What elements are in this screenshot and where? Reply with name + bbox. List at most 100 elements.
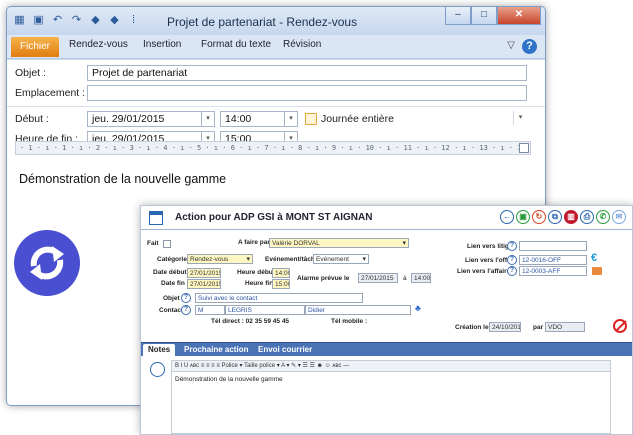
heuredebut-field[interactable]: 14:00 — [272, 268, 290, 278]
affaire-label: Lien vers l'affaire — [457, 268, 511, 275]
contacts-icon[interactable]: ♣ — [415, 303, 421, 313]
back-icon[interactable]: ← — [500, 210, 514, 224]
copy-icon[interactable]: ⧉ — [548, 210, 562, 224]
heurefin-label: Heure fin — [245, 280, 274, 287]
divider — [7, 106, 545, 107]
afairepar-select[interactable]: Valérie DORVAL — [269, 238, 409, 248]
emplacement-label: Emplacement : — [15, 87, 86, 99]
alarme-date-field[interactable]: 27/01/2015 — [358, 273, 398, 283]
categorie-select[interactable]: Rendez-vous — [187, 254, 253, 264]
print-icon[interactable]: ⎙ — [580, 210, 594, 224]
emplacement-row: Emplacement : ▾ — [7, 85, 545, 125]
evenement-select[interactable]: Evénement — [313, 254, 369, 264]
chevron-down-icon[interactable]: ▽ — [507, 40, 515, 51]
editor-toolbar[interactable]: B I U ᴀʙᴄ ≡ ≡ ≡ ≡ Police ▾ Taille police… — [171, 360, 611, 372]
tab-format-du-texte[interactable]: Format du texte — [201, 39, 271, 50]
panel-actions: ← ▣ ↻ ⧉ ▥ ⎙ ✆ ✉ — [500, 210, 626, 224]
notes-textarea[interactable]: Démonstration de la nouvelle gamme — [171, 372, 611, 434]
litige-field[interactable] — [519, 241, 587, 251]
calendar-icon[interactable]: ▦ — [13, 14, 26, 27]
tab-rendez-vous[interactable]: Rendez-vous — [69, 39, 128, 50]
objet-field[interactable]: Projet de partenariat — [87, 65, 527, 81]
euro-icon[interactable]: € — [591, 252, 597, 264]
datefin-label: Date fin — [161, 280, 185, 287]
contact-lastname-field[interactable]: LEGRIS — [225, 305, 305, 315]
panel-header: Action pour ADP GSI à MONT ST AIGNAN ← ▣… — [141, 206, 632, 230]
debut-row: Début : jeu. 29/01/2015 ▾ 14:00 ▾ Journé… — [7, 111, 545, 129]
tab-fichier[interactable]: Fichier — [11, 37, 59, 57]
litige-label: Lien vers litige — [467, 243, 513, 250]
contact-civility-field[interactable]: M — [195, 305, 225, 315]
tab-insertion[interactable]: Insertion — [143, 39, 181, 50]
panel-tabs: Notes Prochaine action Envoi courrier — [141, 342, 632, 357]
quick-access-toolbar: ▦ ▣ ↶ ↷ ◆ ◆ ⁞ — [13, 14, 140, 27]
help-icon[interactable]: ? — [507, 255, 517, 265]
maximize-button[interactable]: □ — [471, 7, 497, 25]
help-icon[interactable]: ? — [507, 266, 517, 276]
fait-checkbox[interactable] — [163, 240, 171, 248]
chevron-down-icon[interactable]: ▾ — [201, 111, 215, 127]
note-icon — [150, 362, 165, 377]
minimize-button[interactable]: – — [445, 7, 471, 25]
afairepar-label: A faire par — [238, 239, 270, 246]
contact-firstname-field[interactable]: Didier — [305, 305, 411, 315]
objet-row: Objet : Projet de partenariat — [7, 65, 545, 83]
categorie-label: Catégorie — [157, 256, 187, 263]
creation-date-field: 24/10/2013 — [489, 322, 521, 332]
objet-field[interactable]: Suivi avec le contact — [195, 293, 363, 303]
emplacement-field[interactable] — [87, 85, 527, 101]
down-arrow-icon[interactable]: ◆ — [108, 14, 121, 27]
help-icon[interactable]: ? — [181, 293, 191, 303]
contact-label: Contact — [159, 307, 184, 314]
sync-icon — [14, 230, 80, 296]
help-icon[interactable]: ? — [181, 305, 191, 315]
ruler-toggle-icon[interactable] — [519, 143, 529, 153]
close-button[interactable]: ✕ — [497, 7, 541, 25]
heurefin-field[interactable]: 15:00 — [272, 279, 290, 289]
debut-label: Début : — [15, 113, 49, 125]
briefcase-icon[interactable] — [592, 267, 602, 275]
objet-label: Objet — [163, 295, 180, 302]
save-icon[interactable]: ▣ — [32, 14, 45, 27]
window-controls: – □ ✕ — [445, 7, 541, 25]
datedebut-label: Date début — [153, 269, 187, 276]
alarme-label: Alarme prévue le — [297, 275, 350, 282]
offre-label: Lien vers l'offre — [465, 257, 514, 264]
title-bar: ▦ ▣ ↶ ↷ ◆ ◆ ⁞ Projet de partenariat - Re… — [7, 7, 545, 35]
ruler-scale: · 1 · ı · 1 · ı · 2 · ı · 3 · ı · 4 · ı … — [20, 144, 530, 152]
body-text[interactable]: Démonstration de la nouvelle gamme — [19, 172, 226, 186]
notes-editor: B I U ᴀʙᴄ ≡ ≡ ≡ ≡ Police ▾ Taille police… — [141, 356, 632, 434]
redo-icon[interactable]: ↷ — [70, 14, 83, 27]
sync-arrows-icon — [30, 246, 64, 280]
journee-entiere-label: Journée entière — [321, 113, 394, 125]
mail-icon[interactable]: ✉ — [612, 210, 626, 224]
panel-title: Action pour ADP GSI à MONT ST AIGNAN — [175, 212, 373, 223]
phone-icon[interactable]: ✆ — [596, 210, 610, 224]
window-title: Projet de partenariat - Rendez-vous — [167, 15, 358, 29]
help-icon[interactable]: ? — [522, 39, 537, 54]
datefin-field[interactable]: 27/01/2015 — [187, 279, 221, 289]
help-icon[interactable]: ? — [507, 241, 517, 251]
undo-icon[interactable]: ↶ — [51, 14, 64, 27]
save-icon[interactable]: ▣ — [516, 210, 530, 224]
crm-action-panel: Action pour ADP GSI à MONT ST AIGNAN ← ▣… — [140, 205, 633, 435]
refresh-icon[interactable]: ↻ — [532, 210, 546, 224]
delete-icon[interactable]: ▥ — [564, 210, 578, 224]
customize-icon[interactable]: ⁞ — [127, 14, 140, 27]
offre-field[interactable]: 12-0016-OFF — [519, 255, 587, 265]
tab-revision[interactable]: Révision — [283, 39, 321, 50]
debut-date-field[interactable]: jeu. 29/01/2015 — [87, 111, 215, 127]
affaire-field[interactable]: 12-0003-AFF — [519, 266, 587, 276]
fait-label: Fait — [147, 240, 159, 247]
alarme-separator: à — [403, 275, 407, 282]
up-arrow-icon[interactable]: ◆ — [89, 14, 102, 27]
heuredebut-label: Heure début — [237, 269, 275, 276]
journee-entiere-checkbox[interactable] — [305, 113, 317, 125]
calendar-icon — [149, 211, 163, 225]
datedebut-field[interactable]: 27/01/2015 — [187, 268, 221, 278]
note-text: Démonstration de la nouvelle gamme — [175, 376, 283, 383]
par-label: par — [533, 324, 544, 331]
alarme-time-field[interactable]: 14:00 — [411, 273, 431, 283]
chevron-down-icon[interactable]: ▾ — [284, 111, 298, 127]
cancel-icon[interactable] — [613, 319, 627, 333]
